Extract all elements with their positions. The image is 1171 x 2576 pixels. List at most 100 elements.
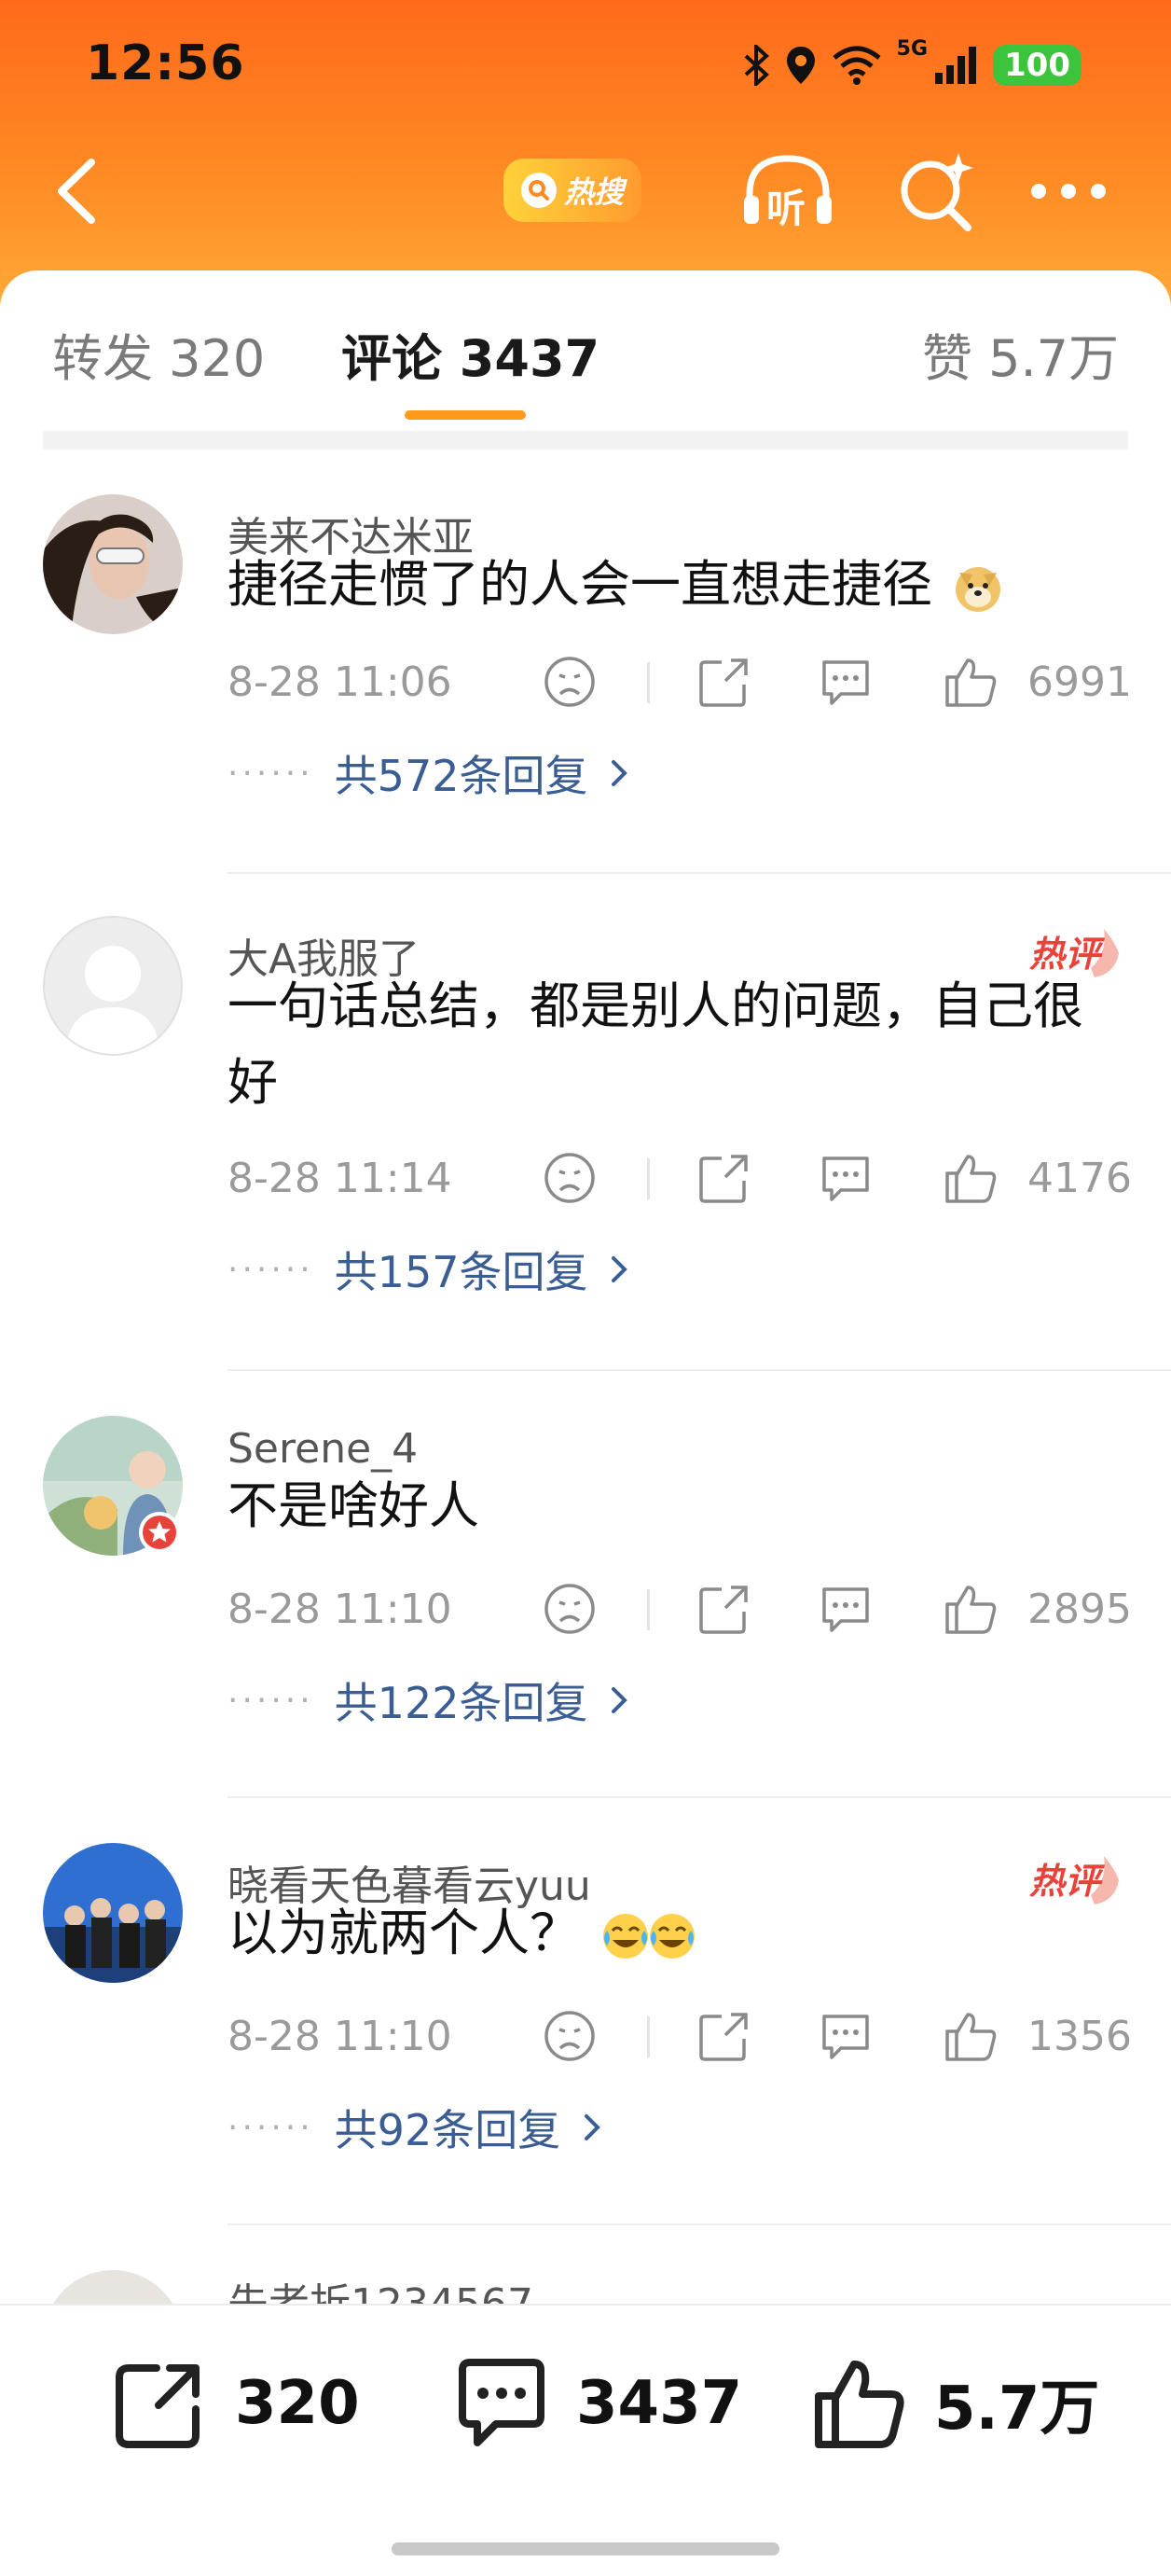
hot-search-button[interactable]: 热搜 bbox=[503, 159, 641, 222]
dislike-face-icon[interactable] bbox=[541, 1149, 599, 1207]
ai-search-icon[interactable] bbox=[893, 149, 977, 233]
tab-reposts[interactable]: 转发 320 bbox=[52, 317, 265, 391]
tab-likes[interactable]: 赞 5.7万 bbox=[922, 317, 1119, 391]
back-arrow-icon[interactable] bbox=[45, 149, 110, 233]
like-thumb-icon[interactable] bbox=[942, 2007, 999, 2065]
row-separator bbox=[227, 2223, 1171, 2225]
comment-time: 8-28 11:10 bbox=[227, 2013, 452, 2060]
doge-emoji-icon bbox=[956, 567, 1001, 613]
network-type: 5G bbox=[896, 37, 929, 61]
comment-time: 8-28 11:10 bbox=[227, 1586, 452, 1633]
comment-actions: 8-28 11:14 4176 bbox=[0, 1149, 1171, 1214]
like-count: 1356 bbox=[1027, 2013, 1132, 2060]
chevron-right-icon bbox=[612, 1256, 628, 1282]
row-separator bbox=[227, 1369, 1171, 1371]
dots-decoration: ······ bbox=[227, 1681, 314, 1720]
status-icons: 5G 100 bbox=[742, 37, 1081, 93]
like-count-total: 5.7万 bbox=[934, 2375, 1100, 2444]
battery-indicator: 100 bbox=[993, 45, 1081, 86]
dislike-face-icon[interactable] bbox=[541, 653, 599, 711]
dislike-face-icon[interactable] bbox=[541, 2007, 599, 2065]
like-thumb-icon[interactable] bbox=[942, 1580, 999, 1638]
avatar[interactable] bbox=[43, 494, 183, 634]
like-thumb-icon[interactable] bbox=[942, 653, 999, 711]
comment-text: 以为就两个人？ bbox=[227, 1895, 1123, 1972]
search-icon bbox=[520, 173, 557, 208]
avatar[interactable] bbox=[43, 916, 183, 1056]
dots-decoration: ······ bbox=[227, 2108, 314, 2147]
comment-sheet: 转发 320 评论 3437 赞 5.7万 美来不达米亚 捷径走惯了的人会一直想… bbox=[0, 270, 1171, 2574]
dots-decoration: ······ bbox=[227, 1250, 314, 1289]
hot-search-label: 热搜 bbox=[563, 174, 624, 210]
comment-text-content: 以为就两个人？ bbox=[227, 1904, 580, 1962]
row-separator bbox=[227, 1796, 1171, 1798]
wifi-icon bbox=[833, 46, 881, 85]
comment-time: 8-28 11:14 bbox=[227, 1155, 452, 1202]
reply-icon[interactable] bbox=[817, 1149, 875, 1207]
listen-button[interactable]: 听 bbox=[737, 149, 839, 233]
tab-active-indicator bbox=[405, 410, 526, 420]
repost-button[interactable]: 320 bbox=[112, 2352, 360, 2455]
avatar[interactable] bbox=[43, 2270, 183, 2304]
action-separator bbox=[647, 2016, 650, 2057]
comment-button[interactable]: 3437 bbox=[453, 2352, 742, 2455]
dislike-face-icon[interactable] bbox=[541, 1580, 599, 1638]
chevron-right-icon bbox=[612, 1687, 628, 1713]
share-icon[interactable] bbox=[696, 653, 753, 711]
action-separator bbox=[647, 1589, 650, 1630]
reply-count-label: 共157条回复 bbox=[334, 1247, 588, 1297]
crying-laughing-emoji-icon bbox=[650, 1914, 696, 1960]
verified-badge-icon bbox=[139, 1512, 180, 1553]
reply-icon[interactable] bbox=[817, 2007, 875, 2065]
comment-text: 不是啥好人 bbox=[227, 1468, 1123, 1544]
action-separator bbox=[647, 1158, 650, 1199]
status-time: 12:56 bbox=[86, 35, 245, 91]
view-replies-link[interactable]: ······ 共157条回复 bbox=[227, 1239, 638, 1300]
comment-count: 3437 bbox=[576, 2369, 743, 2438]
view-replies-link[interactable]: ······ 共122条回复 bbox=[227, 1669, 638, 1731]
comment-text-content: 一句话总结，都是别人的问题，自己很好 bbox=[227, 976, 1083, 1112]
comment-actions: 8-28 11:06 6991 bbox=[0, 653, 1171, 718]
share-icon[interactable] bbox=[696, 1580, 753, 1638]
chevron-right-icon bbox=[612, 760, 628, 786]
chevron-right-icon bbox=[585, 2114, 601, 2140]
crying-laughing-emoji-icon bbox=[603, 1914, 649, 1960]
bottom-action-bar: 320 3437 5.7万 bbox=[0, 2304, 1171, 2576]
comment-username[interactable]: Serene_4 bbox=[227, 1425, 418, 1473]
like-button[interactable]: 5.7万 bbox=[811, 2352, 1099, 2455]
location-icon bbox=[786, 47, 815, 84]
more-icon[interactable] bbox=[1026, 177, 1111, 205]
tab-comments[interactable]: 评论 3437 bbox=[341, 317, 599, 391]
view-replies-link[interactable]: ······ 共572条回复 bbox=[227, 742, 638, 804]
avatar[interactable] bbox=[43, 1843, 183, 1983]
share-icon[interactable] bbox=[696, 1149, 753, 1207]
tab-bar: 转发 320 评论 3437 赞 5.7万 bbox=[0, 270, 1171, 429]
comment-actions: 8-28 11:10 2895 bbox=[0, 1580, 1171, 1645]
comment-item: 先者折1234567 bbox=[0, 2270, 1171, 2304]
listen-label: 听 bbox=[766, 186, 806, 231]
share-icon[interactable] bbox=[696, 2007, 753, 2065]
comment-text: 一句话总结，都是别人的问题，自己很好 bbox=[227, 968, 1123, 1121]
reply-icon[interactable] bbox=[817, 1580, 875, 1638]
comment-text: 捷径走惯了的人会一直想走捷径 bbox=[227, 547, 1123, 623]
action-separator bbox=[647, 662, 650, 703]
comment-time: 8-28 11:06 bbox=[227, 658, 452, 706]
like-count: 2895 bbox=[1027, 1586, 1132, 1633]
comment-actions: 8-28 11:10 1356 bbox=[0, 2007, 1171, 2072]
signal-icon bbox=[935, 47, 977, 84]
like-thumb-icon[interactable] bbox=[942, 1149, 999, 1207]
home-indicator[interactable] bbox=[392, 2542, 779, 2555]
dots-decoration: ······ bbox=[227, 754, 314, 793]
share-icon bbox=[116, 2364, 200, 2448]
comment-username[interactable]: 先者折1234567 bbox=[227, 2270, 533, 2304]
reply-count-label: 共122条回复 bbox=[334, 1678, 588, 1728]
like-count: 6991 bbox=[1027, 658, 1132, 706]
top-header: 12:56 5G 100 热搜 听 bbox=[0, 0, 1171, 317]
bluetooth-icon bbox=[744, 45, 769, 86]
reply-icon[interactable] bbox=[817, 653, 875, 711]
comment-text-content: 不是啥好人 bbox=[227, 1476, 479, 1535]
divider-band bbox=[43, 431, 1128, 450]
comment-icon bbox=[459, 2359, 544, 2446]
repost-count: 320 bbox=[235, 2369, 360, 2438]
view-replies-link[interactable]: ······ 共92条回复 bbox=[227, 2097, 611, 2158]
